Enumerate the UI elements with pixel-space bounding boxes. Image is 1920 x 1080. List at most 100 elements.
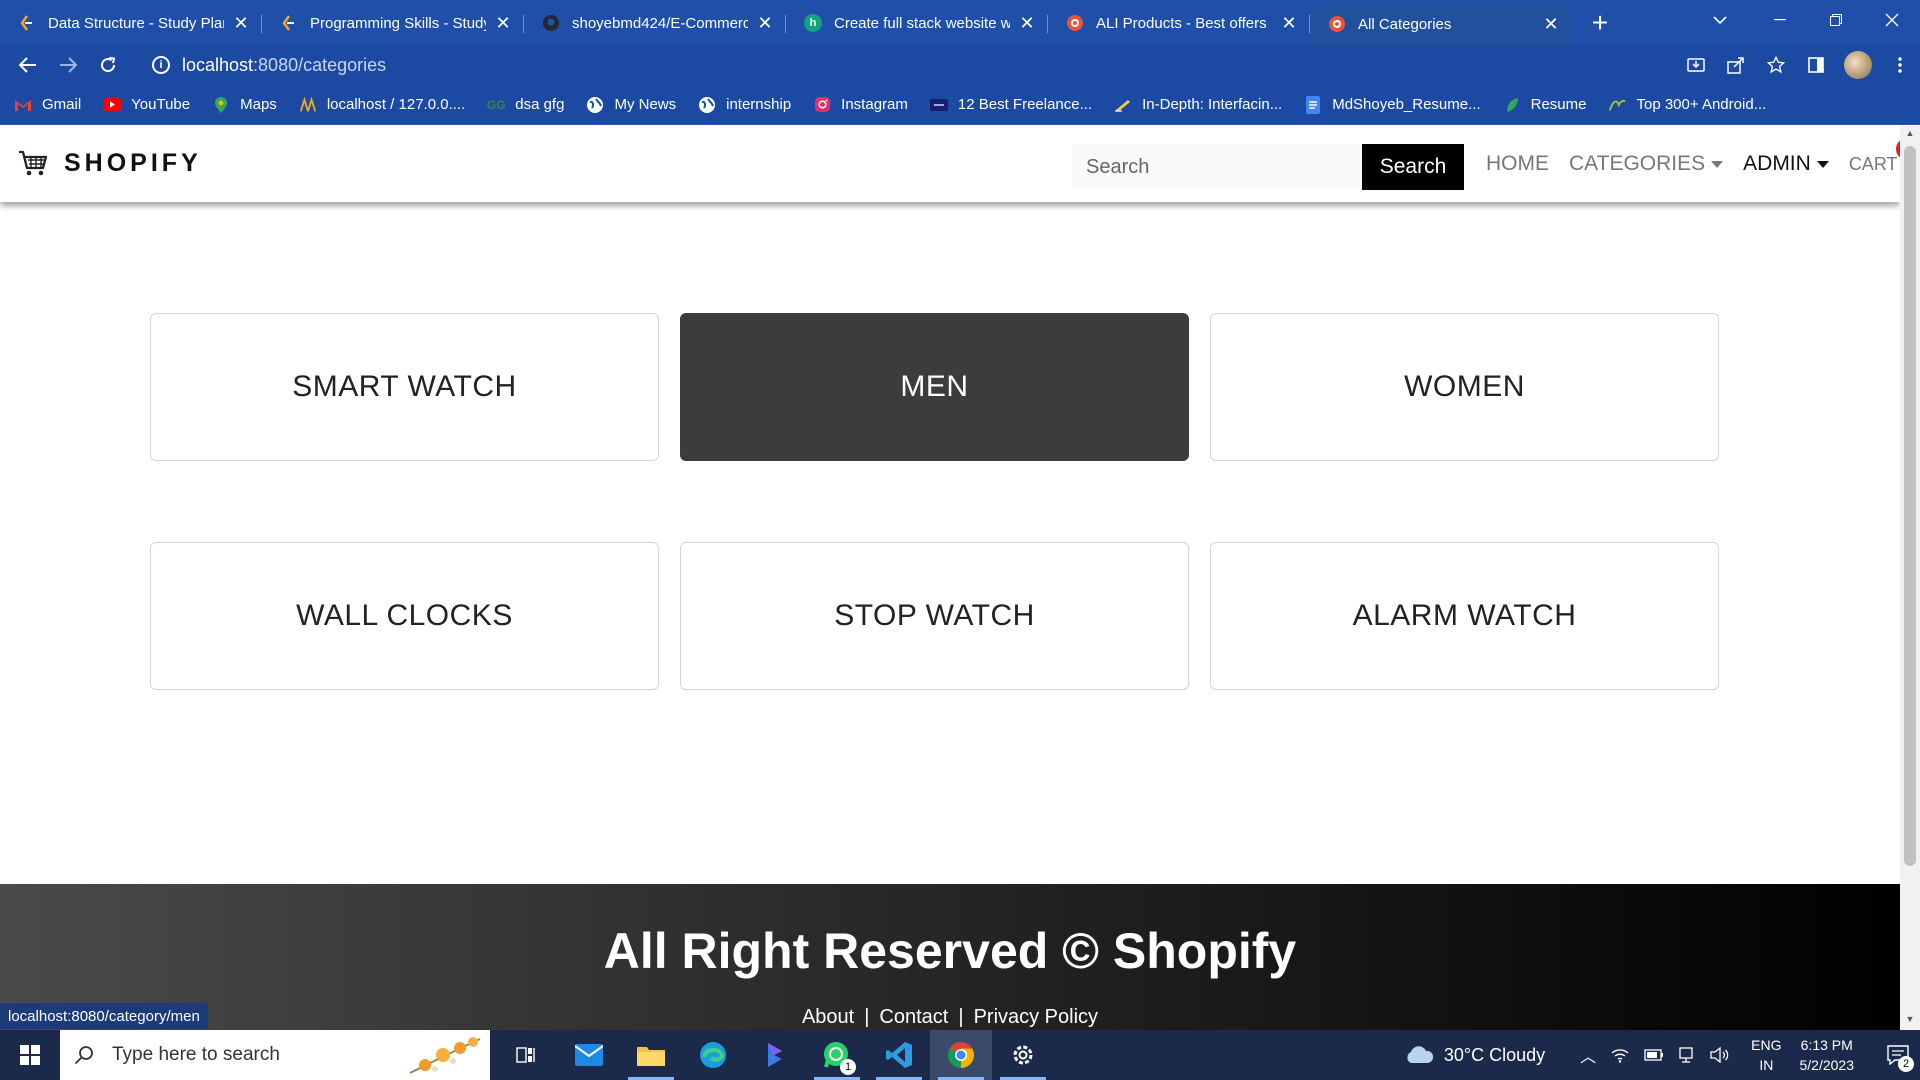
tab-data-structure[interactable]: Data Structure - Study Plan ✕ <box>0 3 262 43</box>
scrollbar-thumb[interactable] <box>1904 146 1916 866</box>
bookmark-resume[interactable]: Resume <box>1503 96 1586 114</box>
minimize-icon[interactable] <box>1752 0 1808 40</box>
android-icon <box>1608 96 1626 114</box>
tab-all-categories[interactable]: All Categories ✕ <box>1310 3 1572 45</box>
reload-icon[interactable] <box>88 47 128 83</box>
network-icon[interactable] <box>1678 1047 1696 1063</box>
new-tab-button[interactable]: + <box>1580 3 1620 43</box>
footer-separator: | <box>958 1006 964 1028</box>
category-card-men[interactable]: MEN <box>680 313 1189 461</box>
footer-privacy-link[interactable]: Privacy Policy <box>974 1006 1098 1028</box>
install-app-icon[interactable] <box>1676 45 1716 85</box>
close-icon[interactable]: ✕ <box>756 13 774 33</box>
bookmark-in-depth[interactable]: In-Depth: Interfacin... <box>1114 96 1282 114</box>
tab-create-website[interactable]: h Create full stack website wi ✕ <box>786 3 1048 43</box>
chrome-icon[interactable] <box>930 1030 992 1080</box>
bookmark-instagram[interactable]: Instagram <box>813 96 908 114</box>
share-icon[interactable] <box>1716 45 1756 85</box>
cloud-icon <box>1407 1046 1433 1063</box>
menu-kebab-icon[interactable] <box>1880 45 1920 85</box>
scroll-up-icon[interactable]: ▲ <box>1900 128 1920 142</box>
bookmark-label: In-Depth: Interfacin... <box>1142 96 1283 113</box>
language-indicator[interactable]: ENG IN <box>1751 1035 1781 1075</box>
url-path: :8080/categories <box>253 54 387 75</box>
bookmark-resume-doc[interactable]: MdShoyeb_Resume... <box>1304 95 1481 114</box>
task-view-icon[interactable] <box>496 1030 558 1080</box>
close-icon[interactable]: ✕ <box>232 13 250 33</box>
bookmark-internship[interactable]: internship <box>698 96 791 114</box>
chat-icon: h <box>804 14 822 32</box>
forward-icon[interactable] <box>48 47 88 83</box>
tab-search-chevron-icon[interactable] <box>1700 4 1740 36</box>
instagram-icon <box>813 96 831 114</box>
file-explorer-icon[interactable] <box>620 1030 682 1080</box>
close-icon[interactable]: ✕ <box>1542 14 1560 34</box>
weather-widget[interactable]: 30°C Cloudy <box>1404 1045 1545 1066</box>
system-tray: 30°C Cloudy ︿ ENG IN 6:13 PM 5/2/2023 2 <box>1404 1030 1920 1080</box>
scroll-down-icon[interactable]: ▼ <box>1900 1014 1920 1028</box>
gfg-icon: GG <box>486 97 506 112</box>
category-card-smart-watch[interactable]: SMART WATCH <box>150 313 659 461</box>
nav-categories-dropdown[interactable]: CATEGORIES <box>1569 152 1724 176</box>
side-panel-icon[interactable] <box>1796 45 1836 85</box>
mail-icon[interactable] <box>558 1030 620 1080</box>
bookmark-localhost[interactable]: localhost / 127.0.0.... <box>299 96 465 114</box>
bookmark-android[interactable]: Top 300+ Android... <box>1608 96 1766 114</box>
bookmark-youtube[interactable]: YouTube <box>103 96 190 114</box>
close-icon[interactable]: ✕ <box>1280 13 1298 33</box>
window-controls <box>1752 0 1920 40</box>
tab-programming-skills[interactable]: Programming Skills - Study ✕ <box>262 3 524 43</box>
taskbar-search[interactable]: Type here to search <box>60 1030 490 1080</box>
study-plan-icon <box>280 14 298 32</box>
site-info-icon[interactable]: i <box>152 56 170 74</box>
bookmark-gmail[interactable]: Gmail <box>14 96 81 114</box>
footer-about-link[interactable]: About <box>802 1006 854 1028</box>
edge-icon[interactable] <box>682 1030 744 1080</box>
battery-icon[interactable] <box>1644 1049 1664 1061</box>
search-button[interactable]: Search <box>1362 144 1464 190</box>
search-input[interactable] <box>1072 144 1362 190</box>
tab-title: Data Structure - Study Plan <box>48 14 224 32</box>
tab-title: shoyebmd424/E-Commerce <box>572 14 748 32</box>
bookmark-dsa-gfg[interactable]: GG dsa gfg <box>486 96 565 114</box>
category-card-stop-watch[interactable]: STOP WATCH <box>680 542 1189 690</box>
clock[interactable]: 6:13 PM 5/2/2023 <box>1800 1035 1855 1075</box>
close-icon[interactable]: ✕ <box>494 13 512 33</box>
restore-icon[interactable] <box>1808 0 1864 40</box>
page-scrollbar[interactable]: ▲ ▼ <box>1900 126 1920 1030</box>
brand-logo[interactable]: SHOPIFY <box>18 148 202 178</box>
bookmark-my-news[interactable]: My News <box>586 96 676 114</box>
back-icon[interactable] <box>8 47 48 83</box>
github-icon <box>542 14 560 32</box>
toolbar-actions <box>1676 45 1920 85</box>
pen-icon <box>1114 96 1132 114</box>
vscode-icon[interactable] <box>868 1030 930 1080</box>
whatsapp-icon[interactable]: 1 <box>806 1030 868 1080</box>
settings-gear-icon[interactable] <box>992 1030 1054 1080</box>
profile-avatar[interactable] <box>1844 51 1872 79</box>
windows-start-icon[interactable] <box>0 1030 60 1080</box>
nav-home-link[interactable]: HOME <box>1486 152 1549 176</box>
address-bar[interactable]: i localhost:8080/categories <box>134 48 1674 82</box>
wifi-icon[interactable] <box>1610 1047 1630 1063</box>
category-card-wall-clocks[interactable]: WALL CLOCKS <box>150 542 659 690</box>
nav-links: HOME CATEGORIES ADMIN CART 0 <box>1486 137 1900 176</box>
close-window-icon[interactable] <box>1864 0 1920 40</box>
tab-github-repo[interactable]: shoyebmd424/E-Commerce ✕ <box>524 3 786 43</box>
notification-icon[interactable]: 2 <box>1876 1030 1920 1080</box>
bookmarks-bar: Gmail YouTube Maps localhost / 127.0.0..… <box>0 85 1920 125</box>
bookmark-star-icon[interactable] <box>1756 45 1796 85</box>
bookmark-freelance[interactable]: 12 Best Freelance... <box>929 96 1092 114</box>
chevron-up-icon[interactable]: ︿ <box>1580 1043 1596 1067</box>
nav-admin-dropdown[interactable]: ADMIN <box>1743 152 1829 176</box>
category-card-alarm-watch[interactable]: ALARM WATCH <box>1210 542 1719 690</box>
category-card-women[interactable]: WOMEN <box>1210 313 1719 461</box>
copilot-icon[interactable] <box>744 1030 806 1080</box>
close-icon[interactable]: ✕ <box>1018 13 1036 33</box>
leaf-icon <box>1503 96 1521 114</box>
volume-icon[interactable] <box>1710 1047 1730 1063</box>
bookmark-maps[interactable]: Maps <box>212 96 277 114</box>
tab-ali-products[interactable]: ALI Products - Best offers ✕ <box>1048 3 1310 43</box>
nav-cart-link[interactable]: CART 0 <box>1849 137 1900 175</box>
footer-contact-link[interactable]: Contact <box>879 1006 948 1028</box>
